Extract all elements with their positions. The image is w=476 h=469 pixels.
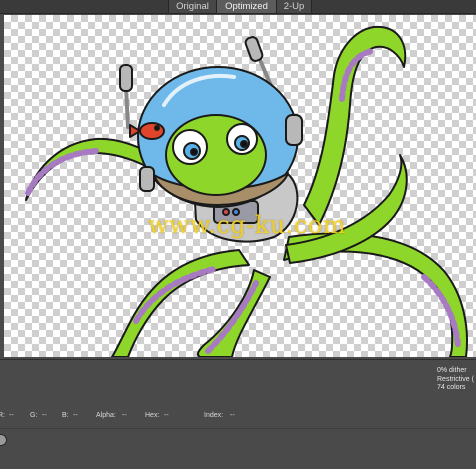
index-label: Index:: [204, 412, 224, 419]
view-tab-bar: Original Optimized 2-Up: [0, 0, 476, 14]
tab-original[interactable]: Original: [168, 0, 216, 13]
blue-value: --: [73, 412, 78, 419]
alpha-value: --: [122, 412, 127, 419]
image-preview-canvas[interactable]: www.cg-ku.com: [4, 15, 476, 357]
panel-divider: [0, 359, 476, 360]
octopus-astronaut-illustration: [25, 25, 468, 357]
watermark-text: www.cg-ku.com: [147, 211, 347, 239]
green-value: --: [42, 412, 47, 419]
color-count-info: 74 colors: [437, 384, 466, 391]
dither-info: 0% dither: [437, 367, 467, 374]
red-value: --: [9, 412, 14, 419]
index-value: --: [230, 412, 235, 419]
alpha-label: Alpha:: [96, 412, 116, 419]
preview-circle-button[interactable]: [0, 434, 7, 446]
tab-optimized[interactable]: Optimized: [216, 0, 276, 13]
hex-value: --: [164, 412, 169, 419]
hex-label: Hex:: [145, 412, 160, 419]
optimization-info: 0% dither Restrictive ( 74 colors: [437, 367, 474, 393]
green-label: G:: [30, 412, 38, 419]
footer-divider: [0, 428, 476, 429]
blue-label: B:: [62, 412, 69, 419]
palette-info: Restrictive (: [437, 375, 474, 383]
tab-2-up[interactable]: 2-Up: [276, 0, 312, 13]
red-label: R:: [0, 412, 5, 419]
